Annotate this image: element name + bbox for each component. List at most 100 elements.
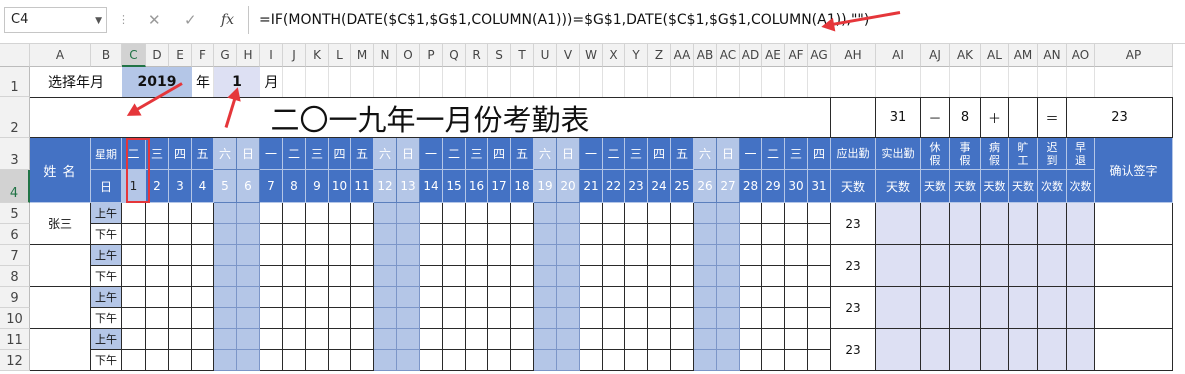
- attendance-cell[interactable]: [237, 266, 260, 287]
- attendance-cell[interactable]: [785, 350, 808, 371]
- attendance-cell[interactable]: [557, 266, 580, 287]
- stat-header-top[interactable]: 病 假: [981, 138, 1009, 170]
- attendance-cell[interactable]: [488, 287, 511, 308]
- employee-name[interactable]: [30, 287, 91, 329]
- attendance-cell[interactable]: [122, 329, 146, 350]
- attendance-cell[interactable]: [306, 245, 329, 266]
- attendance-cell[interactable]: [214, 203, 237, 224]
- weekday-cell[interactable]: 四: [648, 138, 671, 170]
- date-cell[interactable]: 25: [671, 170, 694, 203]
- column-header-w[interactable]: W: [580, 44, 603, 67]
- attendance-cell[interactable]: [214, 308, 237, 329]
- attendance-cell[interactable]: [146, 350, 169, 371]
- attendance-cell[interactable]: [740, 203, 762, 224]
- attendance-cell[interactable]: [694, 266, 717, 287]
- date-cell[interactable]: 5: [214, 170, 237, 203]
- attendance-cell[interactable]: [808, 287, 831, 308]
- attendance-cell[interactable]: [260, 308, 283, 329]
- attendance-cell[interactable]: [260, 203, 283, 224]
- attendance-cell[interactable]: [511, 329, 534, 350]
- date-cell[interactable]: 26: [694, 170, 717, 203]
- column-header-a[interactable]: A: [30, 44, 91, 67]
- attendance-cell[interactable]: [306, 308, 329, 329]
- attendance-cell[interactable]: [488, 350, 511, 371]
- weekday-cell[interactable]: 五: [511, 138, 534, 170]
- attendance-cell[interactable]: [648, 350, 671, 371]
- attendance-cell[interactable]: [557, 350, 580, 371]
- stat-cell[interactable]: [1009, 287, 1038, 329]
- column-header-y[interactable]: Y: [625, 44, 648, 67]
- attendance-cell[interactable]: [214, 224, 237, 245]
- attendance-cell[interactable]: [329, 203, 351, 224]
- attendance-cell[interactable]: [580, 266, 603, 287]
- attendance-cell[interactable]: [214, 245, 237, 266]
- attendance-cell[interactable]: [466, 287, 488, 308]
- stat-header-bottom[interactable]: 天数: [1009, 170, 1038, 203]
- column-header-al[interactable]: AL: [981, 44, 1009, 67]
- attendance-cell[interactable]: [694, 308, 717, 329]
- attendance-cell[interactable]: [169, 224, 192, 245]
- attendance-cell[interactable]: [443, 266, 466, 287]
- attendance-cell[interactable]: [466, 329, 488, 350]
- attendance-cell[interactable]: [648, 224, 671, 245]
- attendance-cell[interactable]: [397, 245, 420, 266]
- attendance-cell[interactable]: [397, 266, 420, 287]
- stat-header-bottom[interactable]: 天数: [981, 170, 1009, 203]
- date-cell[interactable]: 8: [283, 170, 306, 203]
- date-cell[interactable]: 12: [374, 170, 397, 203]
- attendance-cell[interactable]: [260, 287, 283, 308]
- weekday-cell[interactable]: 日: [237, 138, 260, 170]
- attendance-cell[interactable]: [580, 308, 603, 329]
- attendance-cell[interactable]: [671, 287, 694, 308]
- attendance-cell[interactable]: [260, 224, 283, 245]
- column-header-d[interactable]: D: [146, 44, 169, 67]
- row-header-11[interactable]: 11: [0, 329, 30, 350]
- attendance-cell[interactable]: [648, 308, 671, 329]
- insert-function-icon[interactable]: fx: [221, 10, 234, 30]
- attendance-cell[interactable]: [192, 308, 214, 329]
- attendance-cell[interactable]: [603, 350, 625, 371]
- weekday-cell[interactable]: 三: [466, 138, 488, 170]
- column-header-ac[interactable]: AC: [717, 44, 740, 67]
- stat-header-bottom[interactable]: 天数: [876, 170, 921, 203]
- stat-cell[interactable]: [981, 245, 1009, 287]
- column-header-u[interactable]: U: [534, 44, 557, 67]
- attendance-cell[interactable]: [237, 329, 260, 350]
- summary-minus[interactable]: －: [921, 97, 950, 138]
- attendance-cell[interactable]: [351, 287, 374, 308]
- weekday-cell[interactable]: 二: [603, 138, 625, 170]
- employee-name[interactable]: 张三: [30, 203, 91, 245]
- attendance-cell[interactable]: [648, 287, 671, 308]
- attendance-cell[interactable]: [420, 308, 443, 329]
- attendance-cell[interactable]: [443, 350, 466, 371]
- date-cell[interactable]: 27: [717, 170, 740, 203]
- stat-cell[interactable]: [1009, 329, 1038, 371]
- attendance-cell[interactable]: [397, 308, 420, 329]
- date-cell[interactable]: 4: [192, 170, 214, 203]
- stat-cell[interactable]: [981, 329, 1009, 371]
- attendance-cell[interactable]: [192, 245, 214, 266]
- stat-header-bottom[interactable]: 次数: [1067, 170, 1095, 203]
- date-cell[interactable]: 6: [237, 170, 260, 203]
- attendance-cell[interactable]: [192, 287, 214, 308]
- column-header-ah[interactable]: AH: [831, 44, 876, 67]
- attendance-cell[interactable]: [466, 308, 488, 329]
- attendance-cell[interactable]: [625, 245, 648, 266]
- attendance-cell[interactable]: [397, 329, 420, 350]
- stat-header-top[interactable]: 休 假: [921, 138, 950, 170]
- date-cell[interactable]: 3: [169, 170, 192, 203]
- attendance-cell[interactable]: [374, 329, 397, 350]
- stat-cell[interactable]: [921, 329, 950, 371]
- attendance-cell[interactable]: [169, 329, 192, 350]
- attendance-cell[interactable]: [420, 329, 443, 350]
- attendance-cell[interactable]: [740, 329, 762, 350]
- attendance-cell[interactable]: [146, 245, 169, 266]
- summary-weekend-days[interactable]: 8: [950, 97, 981, 138]
- attendance-cell[interactable]: [374, 245, 397, 266]
- date-cell[interactable]: 18: [511, 170, 534, 203]
- attendance-cell[interactable]: [603, 287, 625, 308]
- column-header-ap[interactable]: AP: [1095, 44, 1173, 67]
- attendance-cell[interactable]: [694, 287, 717, 308]
- date-cell[interactable]: 22: [603, 170, 625, 203]
- stat-cell[interactable]: [1038, 245, 1067, 287]
